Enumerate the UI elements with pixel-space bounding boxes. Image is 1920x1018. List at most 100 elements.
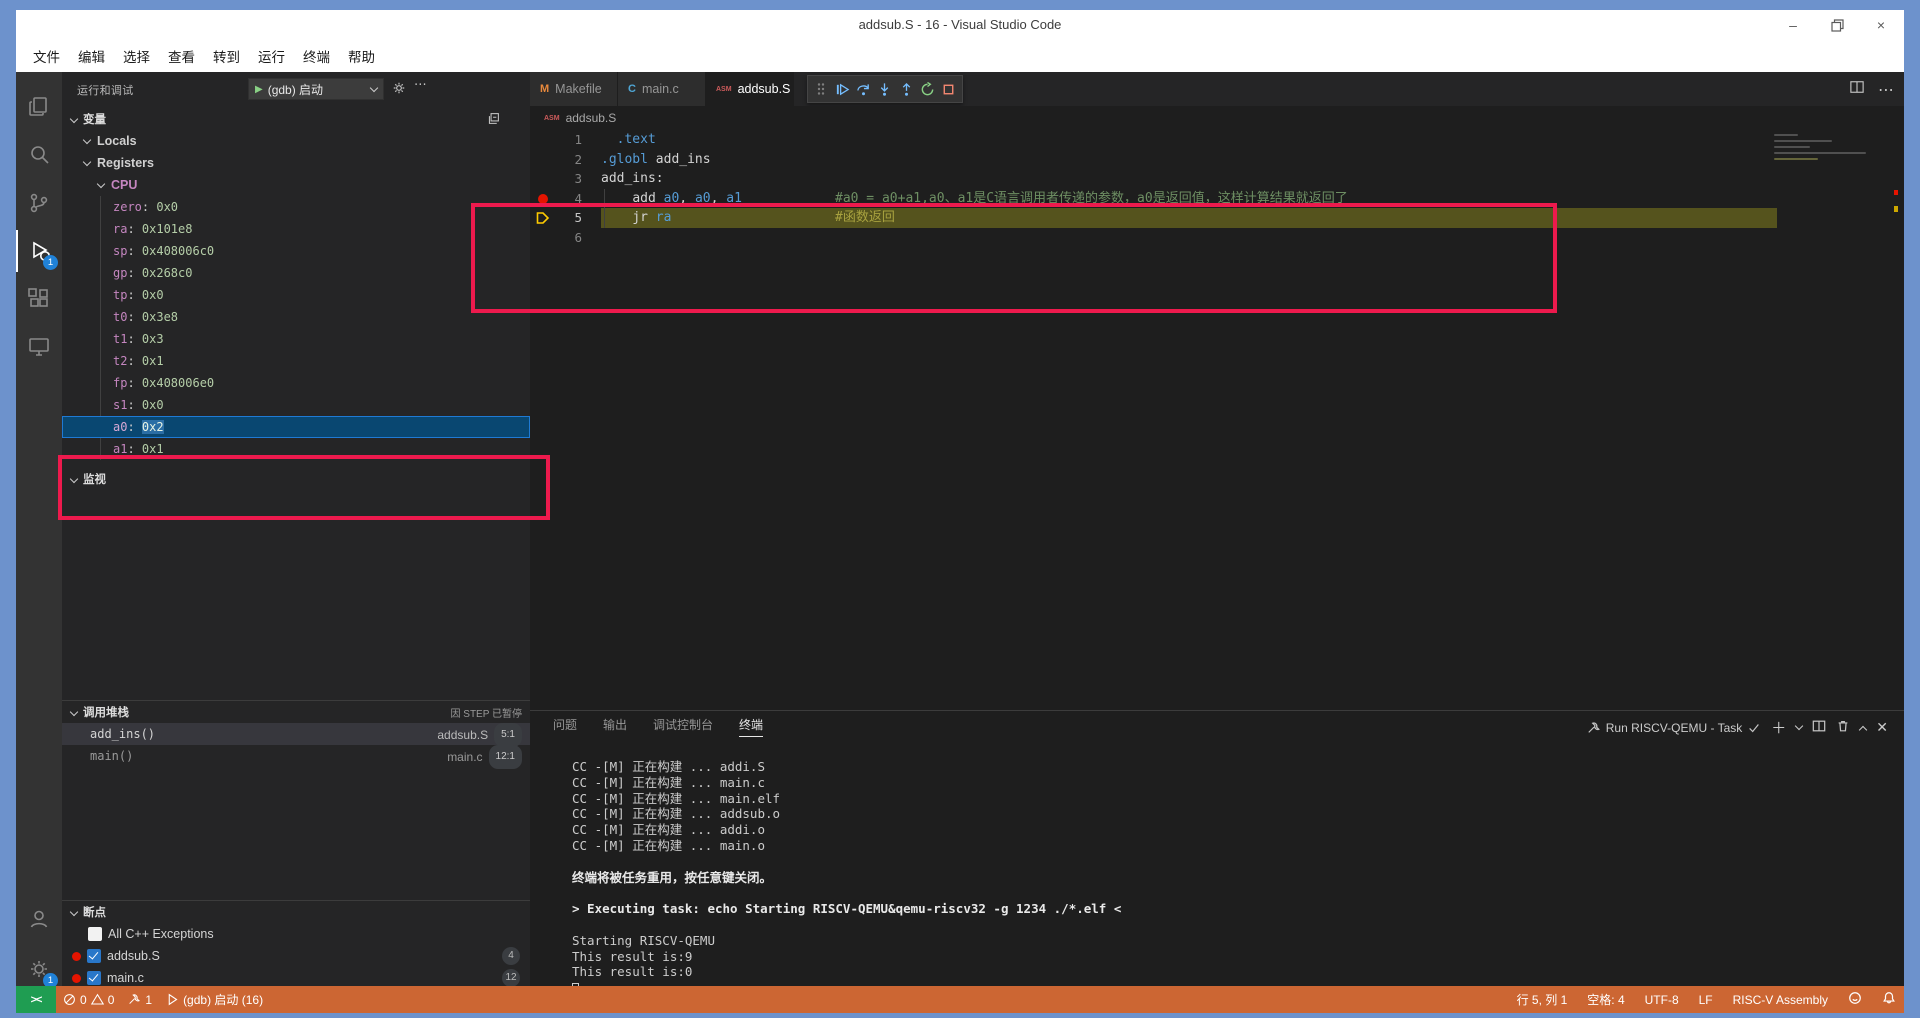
- toolbar-drag-grip[interactable]: [812, 79, 830, 99]
- more-actions-icon[interactable]: ⋯: [1878, 80, 1894, 100]
- chevron-down-icon[interactable]: [1795, 721, 1804, 731]
- sidebar-title: 运行和调试: [77, 85, 134, 97]
- tab-addsub-s[interactable]: ASM addsub.S: [706, 72, 794, 106]
- remote-indicator[interactable]: ><: [16, 986, 56, 1013]
- split-terminal-icon[interactable]: [1812, 719, 1826, 736]
- launch-config-dropdown[interactable]: ▶ (gdb) 启动: [248, 78, 384, 100]
- split-editor-icon[interactable]: [1850, 80, 1864, 100]
- stack-frame-row[interactable]: main() main.c 12:1: [62, 745, 530, 769]
- source-control-icon[interactable]: [16, 182, 62, 224]
- eol-status[interactable]: LF: [1699, 993, 1713, 1007]
- code-line-3[interactable]: 3 add_ins:: [530, 169, 1904, 189]
- code-line-2[interactable]: 2 .globl add_ins: [530, 150, 1904, 170]
- indentation-status[interactable]: 空格: 4: [1587, 991, 1624, 1008]
- call-stack-section-header[interactable]: 调用堆栈 因 STEP 已暂停: [62, 701, 530, 723]
- register-row-s1[interactable]: s1: 0x0: [62, 394, 530, 416]
- language-mode[interactable]: RISC-V Assembly: [1733, 993, 1828, 1007]
- remote-explorer-icon[interactable]: [16, 326, 62, 368]
- extensions-icon[interactable]: [16, 278, 62, 320]
- locals-tree-item[interactable]: Locals: [62, 130, 530, 152]
- breadcrumb-filename: addsub.S: [565, 111, 617, 125]
- settings-gear-icon[interactable]: 1: [16, 948, 62, 990]
- breadcrumb[interactable]: ASM addsub.S: [530, 106, 1904, 130]
- collapse-all-icon[interactable]: [487, 112, 500, 125]
- tab-terminal[interactable]: 终端: [739, 716, 764, 737]
- tab-label: Makefile: [555, 82, 602, 96]
- menu-item[interactable]: 选择: [114, 42, 159, 70]
- breakpoint-row-exceptions[interactable]: All C++ Exceptions: [62, 923, 530, 945]
- menu-item[interactable]: 帮助: [339, 42, 384, 70]
- minimap[interactable]: [1774, 134, 1874, 164]
- register-row-gp[interactable]: gp: 0x268c0: [62, 262, 530, 284]
- terminal-line: CC -[M] 正在构建 ... addi.o: [572, 822, 765, 838]
- menu-item[interactable]: 编辑: [69, 42, 114, 70]
- debug-settings-gear-icon[interactable]: [392, 81, 406, 95]
- tab-output[interactable]: 输出: [603, 716, 627, 736]
- tab-makefile[interactable]: M Makefile: [530, 72, 618, 106]
- feedback-icon[interactable]: [1848, 991, 1862, 1008]
- minimize-icon[interactable]: –: [1784, 16, 1802, 34]
- new-terminal-icon[interactable]: ＋: [1771, 717, 1786, 738]
- register-row-ra[interactable]: ra: 0x101e8: [62, 218, 530, 240]
- continue-icon[interactable]: [833, 79, 851, 99]
- register-row-zero[interactable]: zero: 0x0: [62, 196, 530, 218]
- problems-status[interactable]: 0 0: [56, 986, 121, 1013]
- terminal-output[interactable]: CC -[M] 正在构建 ... addi.S CC -[M] 正在构建 ... …: [572, 759, 1121, 997]
- explorer-icon[interactable]: [16, 86, 62, 128]
- checkbox-checked[interactable]: [87, 971, 101, 985]
- panel-tabs: 问题 输出 调试控制台 终端: [553, 711, 764, 741]
- terminal-task-selector[interactable]: Run RISCV-QEMU - Task: [1587, 721, 1761, 735]
- register-row-t0[interactable]: t0: 0x3e8: [62, 306, 530, 328]
- variables-section-header[interactable]: 变量: [62, 108, 530, 130]
- breakpoint-row-addsub[interactable]: addsub.S 4: [62, 945, 530, 967]
- restore-icon[interactable]: [1828, 16, 1846, 34]
- menu-item[interactable]: 转到: [204, 42, 249, 70]
- tab-main-c[interactable]: C main.c: [618, 72, 706, 106]
- register-name: s1: [113, 398, 128, 412]
- breakpoints-section-header[interactable]: 断点: [62, 901, 530, 923]
- start-debug-icon[interactable]: ▶: [255, 84, 263, 95]
- register-row-t2[interactable]: t2: 0x1: [62, 350, 530, 372]
- running-tasks-status[interactable]: 1: [121, 986, 159, 1013]
- step-into-icon[interactable]: [876, 79, 894, 99]
- register-row-fp[interactable]: fp: 0x408006e0: [62, 372, 530, 394]
- menu-item[interactable]: 文件: [24, 42, 69, 70]
- code-line-1[interactable]: 1 .text: [530, 130, 1904, 150]
- maximize-panel-icon[interactable]: [1859, 725, 1868, 734]
- restart-icon[interactable]: [918, 79, 936, 99]
- line-number: 1: [574, 132, 582, 147]
- close-icon[interactable]: ×: [1872, 16, 1890, 34]
- registers-tree-item[interactable]: Registers: [62, 152, 530, 174]
- stack-frame-row[interactable]: add_ins() addsub.S 5:1: [62, 723, 530, 747]
- account-icon[interactable]: [16, 898, 62, 940]
- checkbox-unchecked[interactable]: [88, 927, 102, 941]
- register-row-tp[interactable]: tp: 0x0: [62, 284, 530, 306]
- register-value: 0x408006e0: [141, 376, 215, 390]
- cpu-tree-item[interactable]: CPU: [62, 174, 530, 196]
- encoding-status[interactable]: UTF-8: [1645, 993, 1679, 1007]
- chevron-down-icon: [96, 179, 106, 188]
- run-debug-icon[interactable]: 1: [16, 230, 62, 272]
- menu-item[interactable]: 运行: [249, 42, 294, 70]
- step-over-icon[interactable]: [855, 79, 873, 99]
- stop-icon[interactable]: [940, 79, 958, 99]
- tab-problems[interactable]: 问题: [553, 716, 577, 736]
- notifications-bell-icon[interactable]: [1882, 991, 1896, 1008]
- debug-session-status[interactable]: (gdb) 启动 (16): [159, 986, 270, 1013]
- search-icon[interactable]: [16, 134, 62, 176]
- more-actions-icon[interactable]: ⋯: [414, 76, 427, 91]
- step-out-icon[interactable]: [897, 79, 915, 99]
- register-row-sp[interactable]: sp: 0x408006c0: [62, 240, 530, 262]
- checkbox-checked[interactable]: [87, 949, 101, 963]
- kill-terminal-icon[interactable]: [1836, 719, 1850, 736]
- menu-item[interactable]: 终端: [294, 42, 339, 70]
- register-row-t1[interactable]: t1: 0x3: [62, 328, 530, 350]
- close-panel-icon[interactable]: ✕: [1876, 719, 1888, 736]
- menu-item[interactable]: 查看: [159, 42, 204, 70]
- register-row-a0[interactable]: a0: 0x2: [62, 416, 530, 438]
- register-name: tp: [113, 288, 128, 302]
- cursor-position[interactable]: 行 5, 列 1: [1517, 991, 1568, 1008]
- tab-debug-console[interactable]: 调试控制台: [653, 716, 713, 736]
- terminal-line: Starting RISCV-QEMU: [572, 932, 715, 948]
